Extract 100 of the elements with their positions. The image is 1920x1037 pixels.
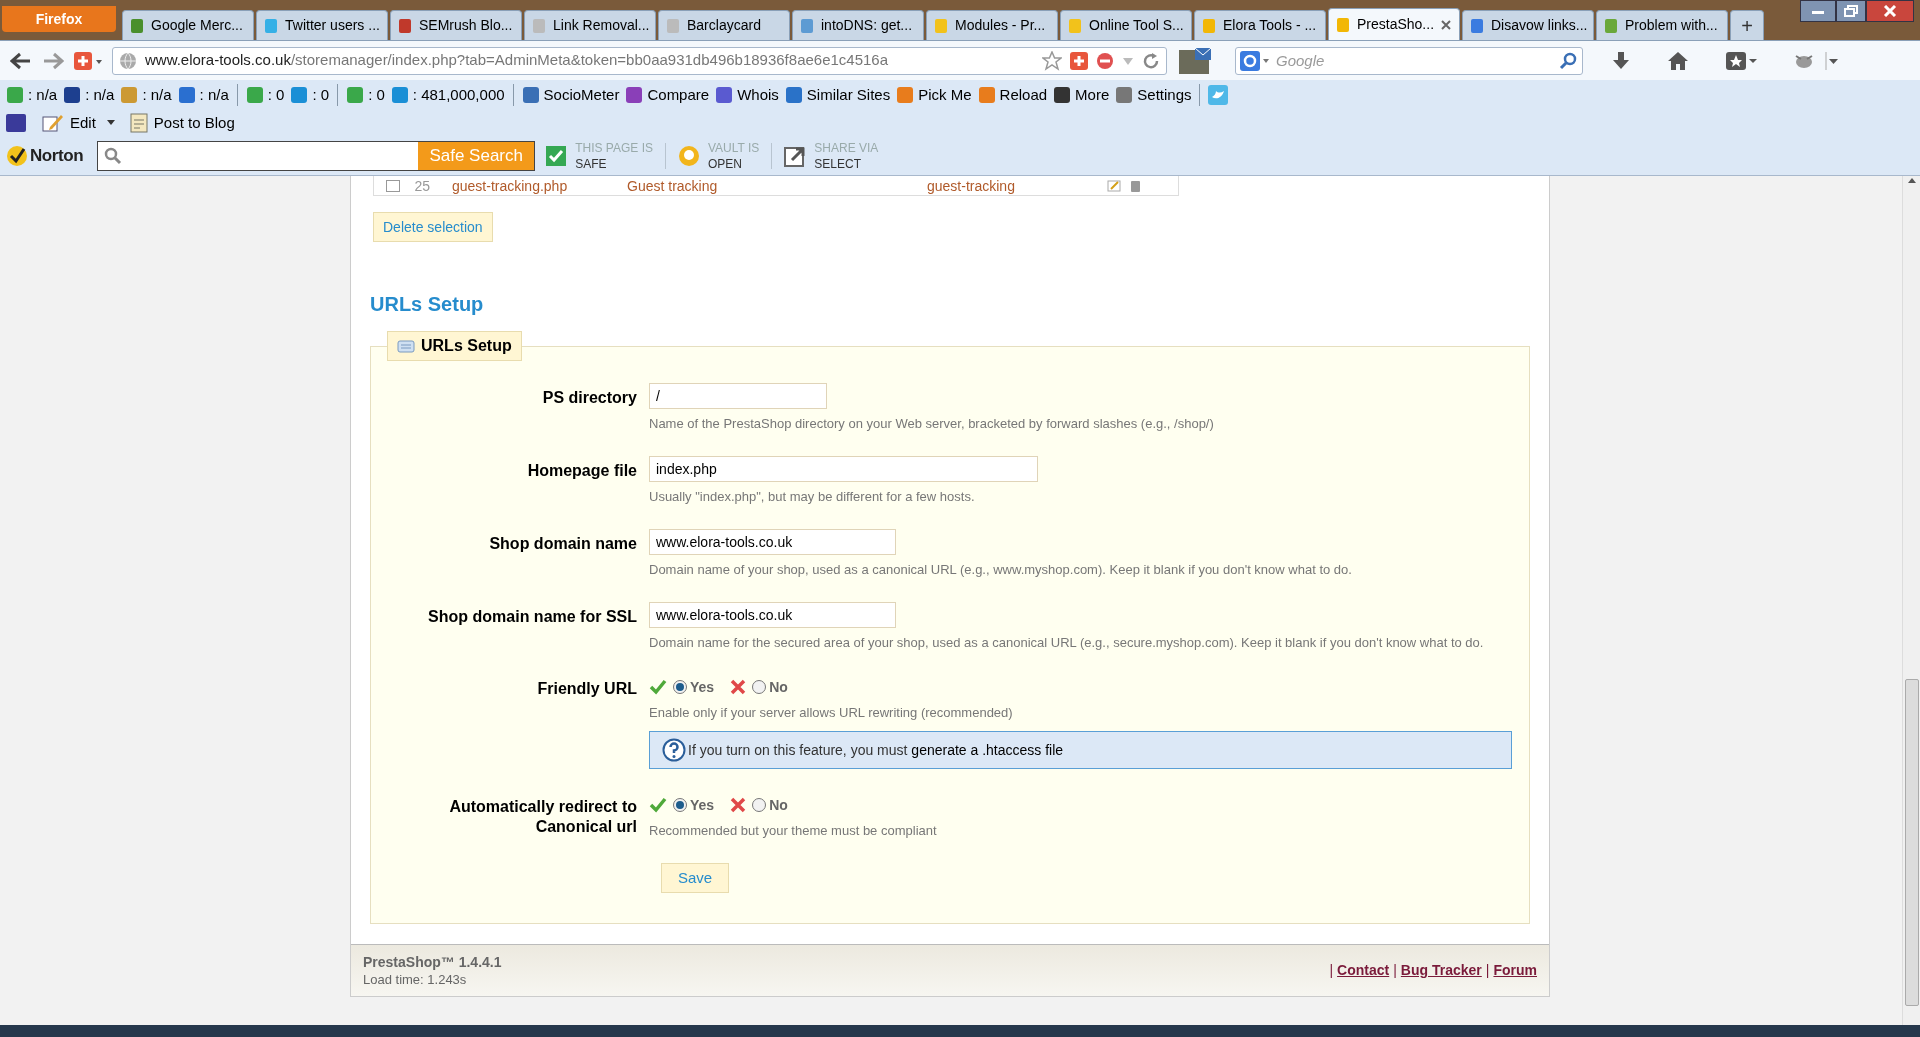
help-text: Enable only if your server allows URL rewriting (recommended) bbox=[649, 704, 1014, 721]
text-field[interactable]: www.elora-tools.co.uk bbox=[649, 529, 896, 555]
panel-title: URLs Setup bbox=[421, 336, 512, 356]
toolbar-item[interactable]: Settings bbox=[1115, 83, 1192, 107]
status-caption: VAULT IS bbox=[707, 139, 760, 156]
plus-icon[interactable] bbox=[1070, 51, 1088, 70]
table-cell-text: Guest tracking bbox=[627, 178, 719, 193]
edit-icon[interactable] bbox=[1107, 179, 1121, 192]
checkbox[interactable] bbox=[386, 179, 400, 192]
reload-icon[interactable] bbox=[1142, 51, 1160, 70]
footer-link[interactable]: Forum bbox=[1493, 960, 1537, 981]
browser-tab[interactable]: Google Merc... bbox=[122, 10, 254, 40]
browser-tab[interactable]: SEMrush Blo... bbox=[390, 10, 522, 40]
cross-icon bbox=[730, 797, 747, 813]
trash-icon[interactable] bbox=[1129, 179, 1141, 192]
toolbar-item[interactable]: : n/a bbox=[6, 83, 58, 107]
back-icon[interactable] bbox=[10, 51, 32, 70]
page-icon bbox=[531, 17, 547, 34]
toolbar-item[interactable]: : 0 bbox=[346, 83, 385, 107]
dropdown-icon[interactable] bbox=[105, 119, 116, 127]
block-icon[interactable] bbox=[1096, 51, 1114, 70]
toolbar-item[interactable]: More bbox=[1053, 83, 1110, 107]
page-icon bbox=[1201, 17, 1217, 34]
scrollbar-thumb[interactable] bbox=[1904, 679, 1919, 1006]
text-field[interactable]: index.php bbox=[649, 456, 1038, 482]
browser-tab[interactable]: Barclaycard bbox=[658, 10, 790, 40]
toolbar-icon bbox=[715, 86, 734, 104]
help-text: Domain name for the secured area of your shop, used as a canonical URL (e.g., secure.myshop.com). Keep it blank if you don't know what to do. bbox=[649, 634, 1485, 651]
text-field[interactable]: / bbox=[649, 383, 827, 409]
toolbar-item[interactable]: : n/a bbox=[120, 83, 172, 107]
mail-icon[interactable] bbox=[1177, 45, 1213, 76]
toolbar-icon bbox=[290, 86, 309, 104]
browser-tab[interactable]: Disavow links... bbox=[1462, 10, 1594, 40]
browser-tab[interactable]: Modules - Pr... bbox=[926, 10, 1058, 40]
radio-option[interactable]: Yes bbox=[673, 676, 715, 698]
address-field[interactable]: www.elora-tools.co.uk/storemanager/index.php?tab=AdminMeta&token=bb0aa931db496b18936f8ae6e1c4516a bbox=[112, 46, 1167, 75]
toolbar-icon bbox=[1115, 86, 1134, 104]
browser-tab[interactable]: PrestaSho... bbox=[1328, 8, 1460, 40]
toolbar-item[interactable]: : n/a bbox=[63, 83, 115, 107]
browser-tab[interactable]: Problem with... bbox=[1596, 10, 1728, 40]
bird-icon[interactable] bbox=[1208, 85, 1229, 105]
toolbar-icon bbox=[6, 86, 24, 104]
browser-tab[interactable]: Online Tool S... bbox=[1060, 10, 1192, 40]
footer-link[interactable]: Contact bbox=[1337, 960, 1390, 981]
edit-button[interactable]: Edit bbox=[42, 111, 96, 135]
toolbar-item[interactable]: Compare bbox=[625, 83, 710, 107]
help-text: Recommended but your theme must be compliant bbox=[649, 822, 938, 839]
browser-tab[interactable]: Elora Tools - ... bbox=[1194, 10, 1326, 40]
toolbar-icon bbox=[177, 86, 196, 104]
browser-tab[interactable]: Link Removal... bbox=[524, 10, 656, 40]
search-field[interactable]: Google bbox=[1235, 46, 1583, 75]
toolbar-item[interactable]: Pick Me bbox=[896, 83, 972, 107]
home-icon[interactable] bbox=[1667, 50, 1689, 71]
search-icon[interactable] bbox=[1559, 51, 1577, 70]
radio-option[interactable]: No bbox=[752, 676, 788, 698]
htaccess-link[interactable]: generate a .htaccess file bbox=[911, 741, 1064, 758]
browser-tab[interactable]: intoDNS: get... bbox=[792, 10, 924, 40]
help-text: Domain name of your shop, used as a canonical URL (e.g., www.myshop.com). Keep it blank if you don't know what to do. bbox=[649, 561, 1353, 578]
blog-icon bbox=[129, 113, 148, 133]
toolbar-item[interactable]: Reload bbox=[977, 83, 1048, 107]
page-icon bbox=[263, 17, 279, 34]
globe-icon bbox=[119, 51, 137, 70]
text-field[interactable]: www.elora-tools.co.uk bbox=[649, 602, 896, 628]
toolbar-icon bbox=[625, 86, 644, 104]
toolbar-item[interactable]: Whois bbox=[715, 83, 779, 107]
post-to-blog-button[interactable]: Post to Blog bbox=[129, 111, 235, 135]
field-label: PS directory bbox=[541, 388, 638, 408]
share-icon bbox=[784, 144, 807, 167]
toolbar-item[interactable]: : 0 bbox=[290, 83, 330, 107]
page-icon bbox=[1335, 16, 1351, 33]
toolbar-icon bbox=[63, 86, 82, 104]
toolbar-item[interactable]: SocioMeter bbox=[521, 83, 620, 107]
toolbar-item[interactable]: : n/a bbox=[177, 83, 229, 107]
version-text: PrestaShop™ 1.4.4.1 bbox=[363, 953, 502, 971]
norton-logo: Norton bbox=[30, 144, 84, 167]
toolbar-item[interactable]: Similar Sites bbox=[784, 83, 891, 107]
close-icon[interactable] bbox=[1440, 18, 1453, 31]
bookmarks-icon[interactable] bbox=[1725, 50, 1759, 71]
star-icon[interactable] bbox=[1042, 50, 1062, 71]
help-icon bbox=[662, 738, 686, 762]
table-cell-text: guest-tracking.php bbox=[452, 178, 569, 193]
radio-option[interactable]: No bbox=[752, 794, 788, 816]
forward-icon[interactable] bbox=[42, 51, 64, 70]
keyboard-icon bbox=[397, 339, 415, 353]
radio-option[interactable]: Yes bbox=[673, 794, 715, 816]
google-icon[interactable] bbox=[1240, 50, 1270, 71]
section-heading: URLs Setup bbox=[370, 292, 485, 317]
minimize-icon[interactable] bbox=[1811, 8, 1825, 14]
restore-icon[interactable] bbox=[1844, 5, 1858, 17]
footer-link[interactable]: Bug Tracker bbox=[1400, 960, 1482, 981]
toolbar-item[interactable]: : 0 bbox=[245, 83, 285, 107]
browser-tab[interactable]: Twitter users ... bbox=[256, 10, 388, 40]
plus-icon[interactable] bbox=[74, 51, 102, 70]
lock-icon bbox=[677, 144, 700, 167]
toolbar-item[interactable]: : 481,000,000 bbox=[390, 83, 505, 107]
download-icon[interactable] bbox=[1611, 50, 1631, 71]
menu-caret-icon[interactable] bbox=[1825, 50, 1839, 71]
scrollbar[interactable] bbox=[1902, 176, 1920, 1025]
load-time-text: Load time: 1.243s bbox=[363, 970, 468, 988]
new-tab-button[interactable]: + bbox=[1730, 10, 1764, 40]
